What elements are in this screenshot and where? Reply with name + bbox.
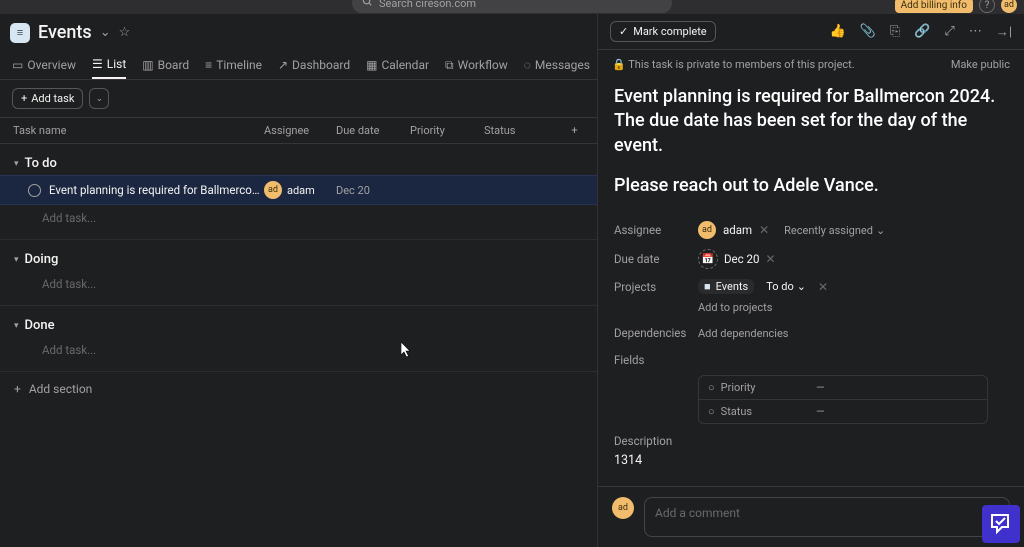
avatar-icon: ad [698,221,716,239]
caret-down-icon: ▾ [14,159,19,169]
section-done[interactable]: ▾ Done [0,314,597,337]
label-projects: Projects [614,280,698,294]
help-icon[interactable]: ? [979,0,995,13]
tab-calendar[interactable]: ▦Calendar [366,52,429,78]
tab-board[interactable]: ▥Board [142,52,189,78]
label-due: Due date [614,252,698,266]
add-to-projects-link[interactable]: Add to projects [698,299,1008,321]
col-assignee: Assignee [264,124,336,137]
caret-down-icon: ▾ [14,321,19,331]
chevron-down-icon[interactable]: ⌄ [100,25,111,40]
comment-input[interactable]: Add a comment [644,497,1010,537]
privacy-notice: 🔒 This task is private to members of thi… [612,58,855,71]
remove-assignee-button[interactable]: ✕ [759,223,769,237]
status-icon: ○ [708,405,715,418]
section-todo[interactable]: ▾ To do [0,152,597,175]
fields-table: ○Priority — ○Status — [698,375,988,424]
avatar-icon: ad [264,181,282,199]
mark-complete-button[interactable]: ✓ Mark complete [610,21,716,42]
description-body[interactable]: 1314 [614,453,1008,468]
field-status[interactable]: ○Status — [699,400,987,423]
chevron-down-icon: ⌄ [797,280,806,293]
label-assignee: Assignee [614,223,698,237]
link-icon[interactable]: 🔗 [914,24,930,40]
calendar-icon[interactable]: 📅 [698,249,718,269]
more-icon[interactable]: ⋯ [969,24,982,40]
add-section-button[interactable]: + Add section [0,372,597,406]
tab-overview[interactable]: ▭Overview [12,52,76,78]
task-title[interactable]: Event planning is required for Ballmerco… [614,85,1008,158]
add-task-button[interactable]: + Add task [12,88,83,109]
attach-icon[interactable]: 📎 [860,24,876,40]
column-headers: Task name Assignee Due date Priority Sta… [0,117,597,144]
close-icon[interactable]: →| [996,24,1012,40]
chevron-down-icon: ⌄ [876,224,885,237]
task-title-2[interactable]: Please reach out to Adele Vance. [614,174,1008,198]
fullscreen-icon[interactable]: ⤢ [944,24,954,40]
list-pane: ≡ Events ⌄ ☆ ▭Overview ☰List ▥Board ≡Tim… [0,14,598,547]
tab-messages[interactable]: ◌Messages [524,52,590,78]
search-input[interactable]: Search cireson.com [352,0,672,13]
col-due: Due date [336,124,410,137]
subtask-icon[interactable]: ⎘ [890,24,900,40]
field-priority[interactable]: ○Priority — [699,376,987,400]
task-due: Dec 20 [336,184,410,197]
star-icon[interactable]: ☆ [119,25,131,40]
col-priority: Priority [410,124,484,137]
tab-dashboard[interactable]: ↗Dashboard [278,52,350,78]
user-avatar[interactable]: ad [1001,0,1017,13]
assignee-value[interactable]: adam [723,223,752,237]
task-assignee: ad adam [264,181,336,199]
recently-assigned-link[interactable]: Recently assigned⌄ [784,224,885,237]
label-fields: Fields [614,353,698,367]
caret-down-icon: ▾ [14,255,19,265]
tab-workflow[interactable]: ⧉Workflow [445,52,508,79]
add-billing-button[interactable]: Add billing info [895,0,973,13]
plus-icon: + [14,382,21,396]
top-bar: Search cireson.com Add billing info ? ad [0,0,1024,14]
tabs: ▭Overview ☰List ▥Board ≡Timeline ↗Dashbo… [0,51,597,80]
make-public-link[interactable]: Make public [951,58,1010,71]
project-section-dropdown[interactable]: To do⌄ [761,279,811,294]
lock-icon: 🔒 [612,58,626,71]
project-title: Events [38,22,92,43]
due-value[interactable]: Dec 20 [724,252,759,266]
remove-project-button[interactable]: ✕ [818,280,828,294]
priority-icon: ○ [708,381,715,394]
complete-checkbox[interactable] [28,184,41,197]
add-task-inline-todo[interactable]: Add task... [0,205,597,231]
project-icon: ≡ [10,23,30,43]
comment-avatar: ad [612,497,634,519]
label-description: Description [614,434,1008,448]
add-task-inline-done[interactable]: Add task... [0,337,597,363]
task-name: Event planning is required for Ballmerco… [49,183,264,197]
bot-badge-icon[interactable] [982,505,1020,543]
check-icon: ✓ [619,25,628,38]
label-deps: Dependencies [614,326,698,340]
project-chip[interactable]: ■ Events [698,279,754,294]
add-column-button[interactable]: + [552,124,597,137]
search-icon [362,0,373,10]
section-doing[interactable]: ▾ Doing [0,248,597,271]
tab-list[interactable]: ☰List [92,51,126,79]
task-row[interactable]: Event planning is required for Ballmerco… [0,175,597,205]
add-dependencies-link[interactable]: Add dependencies [698,327,789,340]
col-status: Status [484,124,552,137]
remove-due-button[interactable]: ✕ [765,252,775,266]
like-icon[interactable]: 👍 [829,24,845,40]
tab-timeline[interactable]: ≡Timeline [205,52,262,78]
add-task-inline-doing[interactable]: Add task... [0,271,597,297]
search-placeholder: Search cireson.com [379,0,476,10]
add-task-dropdown[interactable]: ⌄ [89,88,109,109]
col-name: Task name [0,124,264,137]
detail-pane: ✓ Mark complete 👍 📎 ⎘ 🔗 ⤢ ⋯ →| 🔒 This ta… [598,14,1024,547]
